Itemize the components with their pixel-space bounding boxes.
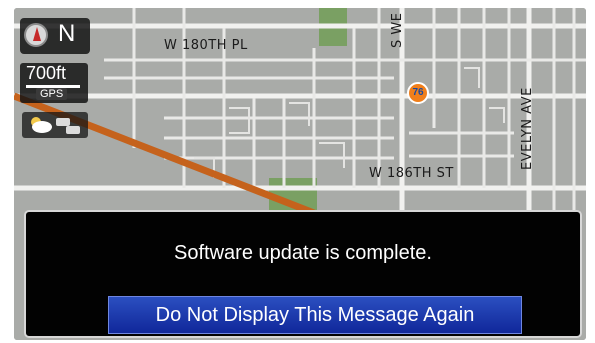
map-scale-widget[interactable]: 700ft GPS xyxy=(20,63,88,103)
do-not-display-button[interactable]: Do Not Display This Message Again xyxy=(108,296,522,334)
street-label-w180th: W 180TH PL xyxy=(164,38,248,53)
dialog-message: Software update is complete. xyxy=(174,242,432,264)
street-label-s-we: S WE xyxy=(390,12,405,48)
street-label-w186th: W 186TH ST xyxy=(369,166,454,181)
compass-heading: N xyxy=(58,20,76,47)
compass-widget[interactable]: N xyxy=(20,18,90,54)
notification-dialog: Software update is complete. Do Not Disp… xyxy=(24,210,582,338)
nav-screen: W 180TH PL W 186TH ST EVELYN AVE S WE 76… xyxy=(14,8,586,340)
gps-label: GPS xyxy=(36,88,68,100)
poi-label: 76 xyxy=(412,87,424,98)
gas-station-76-icon[interactable]: 76 xyxy=(407,82,429,104)
street-label-evelyn: EVELYN AVE xyxy=(520,87,535,170)
compass-needle-icon xyxy=(24,23,48,47)
weather-traffic-icon[interactable] xyxy=(22,112,88,138)
scale-value: 700ft xyxy=(26,63,67,83)
